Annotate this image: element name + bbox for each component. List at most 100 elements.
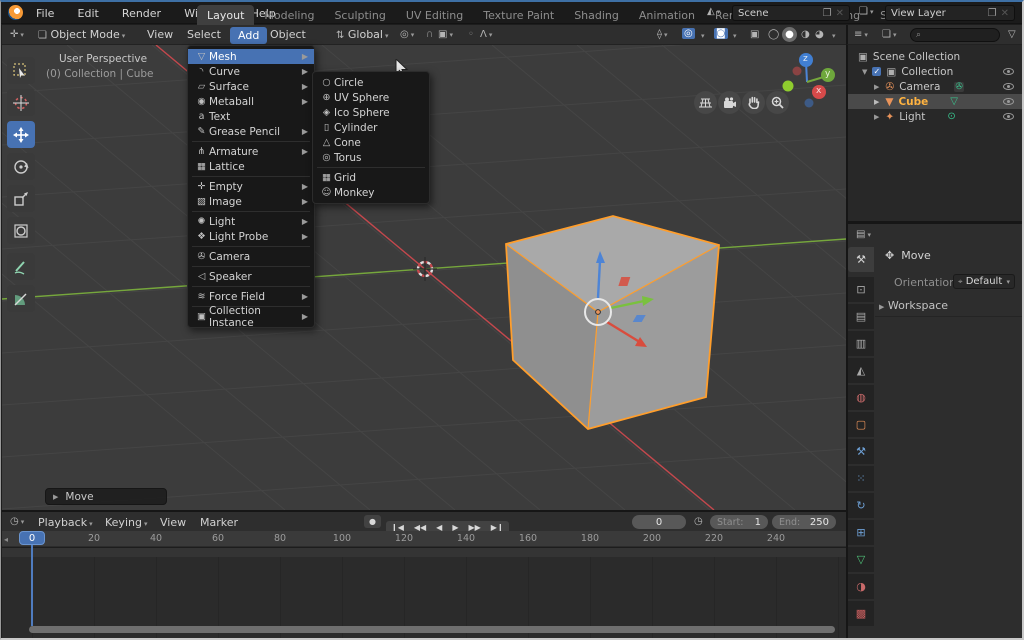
add-menu-item-text[interactable]: aText — [188, 109, 314, 124]
camera-view-button[interactable] — [718, 91, 741, 114]
tool-cursor[interactable] — [7, 89, 35, 116]
add-menu-item-armature[interactable]: ⋔Armature▶ — [188, 144, 314, 159]
xray-box-icon[interactable]: ▣ — [750, 29, 759, 40]
outliner-display-mode-icon[interactable]: ❏▾ — [882, 29, 896, 40]
workspace-tab-texture-paint[interactable]: Texture Paint — [473, 5, 564, 25]
expand-arrow-icon[interactable]: ▼ — [862, 68, 867, 76]
properties-tab-object[interactable]: ▢ — [848, 412, 874, 437]
current-frame-field[interactable]: 0 — [632, 515, 686, 529]
properties-tab-render[interactable]: ⊡ — [848, 277, 874, 302]
collection-checkbox[interactable]: ✓ — [872, 67, 881, 76]
outliner-row-camera[interactable]: ▶ ✇ Camera ✇ — [848, 79, 1022, 94]
outliner-row-scene-collection[interactable]: ▣ Scene Collection — [848, 49, 1022, 64]
outliner-row-collection[interactable]: ▼ ✓ ▣ Collection — [848, 64, 1022, 79]
timeline-menu-playback[interactable]: Playback▾ — [38, 516, 93, 529]
workspace-tab-uv-editing[interactable]: UV Editing — [396, 5, 473, 25]
add-menu-item-speaker[interactable]: ◁Speaker — [188, 269, 314, 284]
tool-scale[interactable] — [7, 185, 35, 212]
properties-tab-material[interactable]: ◑ — [848, 574, 874, 599]
properties-tab-modifiers[interactable]: ⚒ — [848, 439, 874, 464]
region-collapse-arrow[interactable]: ◂ — [4, 535, 8, 544]
properties-tab-particles[interactable]: ⁙ — [848, 466, 874, 491]
workspace-tab-animation[interactable]: Animation — [629, 5, 705, 25]
menu-render[interactable]: Render — [113, 3, 170, 20]
axis-z-label[interactable]: z — [803, 54, 808, 64]
proportional-editing-icon[interactable]: ◦ — [468, 29, 474, 40]
add-menu-item-curve[interactable]: ◝Curve▶ — [188, 64, 314, 79]
timeline-horizontal-scrollbar[interactable] — [29, 626, 835, 633]
properties-tab-physics[interactable]: ↻ — [848, 493, 874, 518]
visibility-eye-icon[interactable] — [1003, 68, 1014, 75]
add-menu-item-collection-instance[interactable]: ▣Collection Instance▶ — [188, 309, 314, 324]
expand-arrow-icon[interactable]: ▶ — [874, 83, 879, 91]
properties-tab-world[interactable]: ◍ — [848, 385, 874, 410]
xray-dropdown-icon[interactable]: ▾ — [733, 32, 737, 40]
timeline-menu-marker[interactable]: Marker — [200, 516, 238, 529]
add-menu-item-empty[interactable]: ✛Empty▶ — [188, 179, 314, 194]
tool-annotate[interactable] — [7, 253, 35, 280]
viewport-menu-select[interactable]: Select — [187, 28, 221, 41]
viewport-menu-view[interactable]: View — [147, 28, 173, 41]
properties-tab-object-data[interactable]: ▽ — [848, 547, 874, 572]
pivot-point-dropdown[interactable]: ◎▾ — [400, 29, 414, 40]
mesh-submenu-item-cylinder[interactable]: ▯Cylinder — [313, 120, 429, 135]
delete-scene-icon[interactable]: ✕ — [836, 8, 844, 19]
workspace-section[interactable]: ▶ Workspace — [879, 299, 948, 312]
filter-icon[interactable]: ▽ — [1008, 29, 1016, 40]
mode-dropdown[interactable]: ❏ Object Mode▾ — [38, 28, 125, 41]
add-menu-item-force-field[interactable]: ≋Force Field▶ — [188, 289, 314, 304]
shading-wireframe-button[interactable]: ◯ — [768, 29, 779, 40]
mesh-submenu-item-circle[interactable]: ○Circle — [313, 75, 429, 90]
mesh-submenu-item-uv-sphere[interactable]: ⊕UV Sphere — [313, 90, 429, 105]
show-gizmo-dropdown[interactable]: ⟠▾ — [657, 29, 667, 40]
properties-tab-scene[interactable]: ◭ — [848, 358, 874, 383]
timeline-ruler[interactable]: 20 40 60 80 100 120 140 160 180 200 220 … — [2, 531, 846, 547]
falloff-dropdown[interactable]: Λ▾ — [480, 29, 492, 40]
snap-magnet-icon[interactable]: ∩ — [426, 29, 433, 40]
add-menu-item-light[interactable]: ✺Light▶ — [188, 214, 314, 229]
snap-settings-dropdown[interactable]: ▣▾ — [438, 29, 453, 40]
shading-solid-button[interactable]: ● — [782, 27, 797, 42]
add-menu-item-light-probe[interactable]: ❖Light Probe▶ — [188, 229, 314, 244]
outliner-row-cube[interactable]: ▶ ▼ Cube ▽ — [848, 94, 1022, 109]
mesh-submenu-item-cone[interactable]: △Cone — [313, 135, 429, 150]
viewport-menu-add[interactable]: Add — [230, 27, 267, 44]
workspace-tab-modeling[interactable]: Modeling — [254, 5, 324, 25]
outliner-row-light[interactable]: ▶ ✦ Light ⊙ — [848, 109, 1022, 124]
add-menu-item-lattice[interactable]: ▦Lattice — [188, 159, 314, 174]
properties-tab-texture[interactable]: ▩ — [848, 601, 874, 626]
properties-tab-output[interactable]: ▤ — [848, 304, 874, 329]
tool-move[interactable] — [7, 121, 35, 148]
start-frame-field[interactable]: Start:1 — [710, 515, 768, 529]
tool-measure[interactable] — [7, 285, 35, 312]
menu-edit[interactable]: Edit — [69, 3, 108, 20]
editor-type-properties-icon[interactable]: ▤▾ — [856, 229, 871, 240]
pan-view-button[interactable] — [742, 91, 765, 114]
mesh-submenu-item-torus[interactable]: ◎Torus — [313, 150, 429, 165]
mesh-submenu-item-ico-sphere[interactable]: ◈Ico Sphere — [313, 105, 429, 120]
view-layer-icon[interactable]: ❏▾ — [859, 6, 873, 17]
blender-logo[interactable] — [8, 5, 23, 20]
editor-type-viewport-icon[interactable]: ✛▾ — [10, 29, 24, 40]
add-menu-item-grease-pencil[interactable]: ✎Grease Pencil▶ — [188, 124, 314, 139]
menu-file[interactable]: File — [27, 3, 63, 20]
visibility-eye-icon[interactable] — [1003, 113, 1014, 120]
use-preview-range-icon[interactable]: ◷ — [694, 516, 703, 527]
properties-tab-tool[interactable]: ⚒ — [848, 247, 874, 272]
playhead-line[interactable] — [31, 545, 33, 626]
shading-rendered-button[interactable]: ◕ — [815, 29, 824, 40]
expand-arrow-icon[interactable]: ▶ — [874, 98, 879, 106]
scene-selector[interactable]: Scene ❐ ✕ — [732, 5, 850, 21]
outliner-search-input[interactable]: ⌕ — [910, 28, 1000, 42]
expand-arrow-icon[interactable]: ▶ — [874, 113, 879, 121]
tool-transform[interactable] — [7, 217, 35, 244]
visibility-eye-icon[interactable] — [1003, 98, 1014, 105]
operator-panel-move[interactable]: ▶ Move — [45, 488, 167, 505]
copy-view-layer-icon[interactable]: ❐ — [988, 8, 997, 19]
editor-type-outliner-icon[interactable]: ≡▾ — [854, 29, 868, 40]
visibility-eye-icon[interactable] — [1003, 83, 1014, 90]
xray-toggle[interactable]: ◙ — [714, 28, 728, 39]
shading-material-button[interactable]: ◑ — [801, 29, 810, 40]
orientation-dropdown[interactable]: ⌖ Default▾ — [953, 274, 1015, 289]
show-overlays-toggle[interactable]: ◎ — [682, 28, 695, 39]
